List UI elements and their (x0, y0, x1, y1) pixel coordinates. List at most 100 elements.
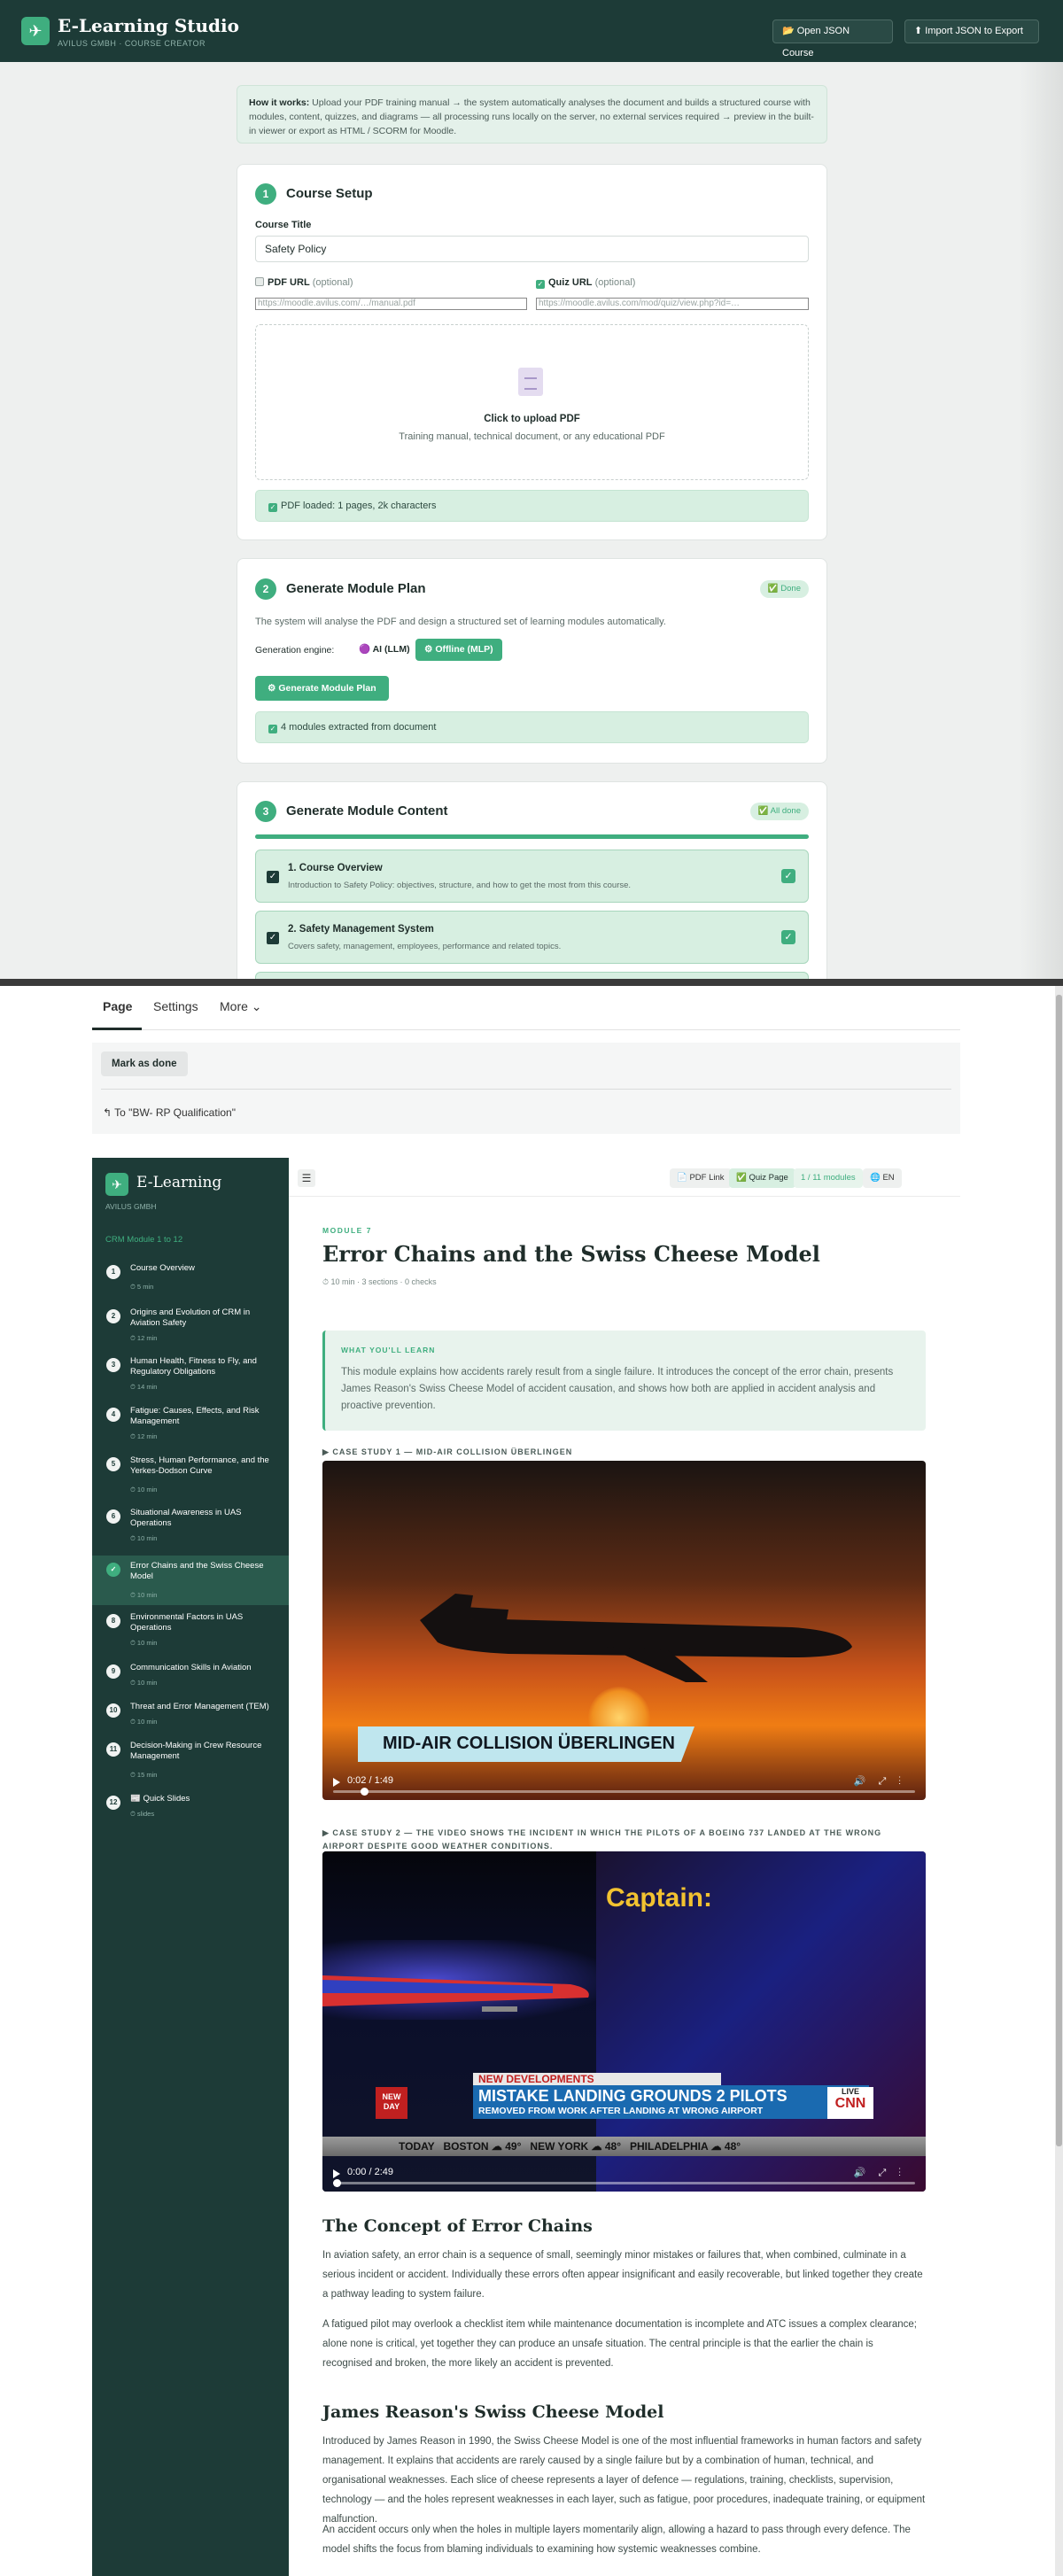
module-number-badge: 11 (106, 1742, 120, 1757)
select-checkbox[interactable]: ✓ (267, 871, 279, 883)
sidebar-item[interactable]: 9 Communication Skills in Aviation ⏱ 10 mi… (92, 1657, 289, 1693)
section-paragraph: A fatigued pilot may overlook a checklis… (322, 2319, 917, 2369)
generation-progress-track (255, 834, 809, 839)
sidebar-item[interactable]: 11 Decision-Making in Crew Resource Manag… (92, 1735, 289, 1785)
sidebar-item-duration: ⏱ 10 min (130, 1486, 158, 1494)
module-number-badge: 4 (106, 1408, 120, 1422)
back-arrow-icon: ↰ (103, 1106, 115, 1119)
open-json-button[interactable]: 📂 Open JSON Course (772, 19, 893, 58)
sidebar-subtitle: AVILUS GMBH (105, 1202, 157, 1211)
sidebar-item-label: Stress, Human Performance, and the Yerke… (130, 1455, 269, 1476)
sidebar-item[interactable]: 5 Stress, Human Performance, and the Yerk… (92, 1450, 289, 1500)
sidebar-item-duration: ⏱ 10 min (130, 1534, 158, 1542)
page-edge-shadow (1019, 62, 1063, 979)
scrollbar-thumb[interactable] (1056, 995, 1062, 2146)
engine-ai-option[interactable]: 🟣 AI (LLM) (350, 639, 419, 661)
scrollbar[interactable] (1055, 986, 1063, 2576)
tab-more[interactable]: More ⌄ (220, 999, 262, 1014)
pdf-upload-dropzone[interactable]: Click to upload PDF Training manual, tec… (255, 324, 809, 480)
sidebar-item-label: Decision-Making in Crew Resource Managem… (130, 1741, 262, 1761)
done-badge: ✅ Done (759, 580, 809, 598)
boeing-737-image-icon (322, 1975, 589, 2012)
module-description: Introduction to Safety Policy: objective… (288, 881, 632, 890)
app-header: ✈ E-Learning Studio AVILUS GMBH · COURSE… (0, 0, 1063, 62)
news-subheadline: REMOVED FROM WORK AFTER LANDING AT WRONG… (478, 2106, 764, 2116)
play-icon[interactable] (333, 2169, 340, 2178)
module-meta: ⏱ 10 min · 3 sections · 0 checks (322, 1277, 437, 1286)
moodle-page-window: Page Settings More ⌄ Mark as done ↰ To "… (0, 979, 1063, 2576)
tab-settings[interactable]: Settings (153, 999, 198, 1013)
play-icon[interactable] (333, 1778, 340, 1787)
sidebar-item[interactable]: 1 Course Overview ⏱ 5 min (92, 1258, 289, 1297)
menu-icon[interactable]: ☰ (298, 1169, 315, 1187)
sidebar-item[interactable]: 8 Environmental Factors in UAS Operations… (92, 1607, 289, 1653)
sidebar-item[interactable]: ✓ Error Chains and the Swiss Cheese Model… (92, 1556, 289, 1605)
sidebar-item-label: Threat and Error Management (TEM) (130, 1702, 269, 1711)
sidebar-item-duration: ⏱ 12 min (130, 1432, 158, 1440)
select-checkbox[interactable]: ✓ (267, 932, 279, 944)
pdf-url-checkbox[interactable] (255, 277, 264, 286)
sidebar-item-label: 📰 Quick Slides (130, 1794, 190, 1804)
sidebar-item[interactable]: 6 Situational Awareness in UAS Operations… (92, 1502, 289, 1548)
sidebar-item-label: Situational Awareness in UAS Operations (130, 1508, 242, 1528)
pdf-link-button[interactable]: 📄 PDF Link (670, 1168, 732, 1188)
quiz-url-input[interactable]: https://moodle.avilus.com/mod/quiz/view.… (536, 298, 809, 310)
sidebar-item[interactable]: 4 Fatigue: Causes, Effects, and Risk Mana… (92, 1401, 289, 1447)
news-developments-label: NEW DEVELOPMENTS (473, 2073, 721, 2085)
course-sidebar: ✈ E-Learning AVILUS GMBH CRM Module 1 to… (92, 1158, 289, 2576)
quiz-url-checkbox[interactable]: ✓ (536, 280, 545, 289)
course-title-input[interactable]: Safety Policy (255, 236, 809, 262)
step-number: 1 (255, 183, 276, 205)
news-headline: MISTAKE LANDING GROUNDS 2 PILOTS (478, 2087, 788, 2105)
sidebar-item-duration: ⏱ 15 min (130, 1771, 158, 1779)
video-title-text: MID-AIR COLLISION ÜBERLINGEN (383, 1734, 675, 1753)
module-number-badge: 8 (106, 1614, 120, 1628)
sidebar-item-duration: ⏱ 10 min (130, 1639, 158, 1647)
video-progress-track[interactable] (333, 1790, 915, 1793)
module-row[interactable]: ✓ 1. Course Overview Introduction to Saf… (255, 850, 809, 903)
section-paragraph: Introduced by James Reason in 1990, the … (322, 2436, 926, 2525)
sidebar-item[interactable]: 2 Origins and Evolution of CRM in Aviatio… (92, 1302, 289, 1348)
video-progress-knob[interactable] (361, 1788, 369, 1796)
sidebar-item-label: Fatigue: Causes, Effects, and Risk Manag… (130, 1406, 260, 1426)
generate-plan-button[interactable]: ⚙ Generate Module Plan (255, 676, 389, 701)
language-selector[interactable]: 🌐 EN (863, 1168, 902, 1188)
upload-hint: Training manual, technical document, or … (399, 431, 665, 442)
module-title: 1. Course Overview (288, 863, 383, 873)
back-to-section-link[interactable]: ↰ To "BW- RP Qualification" (103, 1106, 236, 1119)
volume-fullscreen-more-icon[interactable]: 🔊⤢⋮ (854, 2167, 913, 2179)
sidebar-item-label: Communication Skills in Aviation (130, 1663, 252, 1672)
new-day-logo: NEW DAY (376, 2087, 407, 2119)
plan-result-status: ✓ 4 modules extracted from document (255, 711, 809, 743)
quiz-page-button[interactable]: ✅ Quiz Page (729, 1168, 795, 1188)
sidebar-item[interactable]: 3 Human Health, Fitness to Fly, and Regul… (92, 1351, 289, 1397)
module-row[interactable] (255, 972, 809, 979)
engine-offline-option[interactable]: ⚙ Offline (MLP) (415, 639, 502, 661)
step-number: 2 (255, 578, 276, 600)
upload-title: Click to upload PDF (484, 414, 580, 424)
document-icon (518, 368, 543, 396)
step-title: Generate Module Plan (286, 581, 426, 596)
tab-page[interactable]: Page (103, 999, 132, 1013)
sidebar-title: E-Learning (136, 1174, 222, 1191)
video-player-2[interactable]: Captain: NEW DEVELOPMENTS NEW DAY MISTAK… (322, 1851, 926, 2192)
module-row[interactable]: ✓ 2. Safety Management System Covers saf… (255, 911, 809, 964)
video-time: 0:00 / 2:49 (347, 2167, 393, 2177)
volume-fullscreen-more-icon[interactable]: 🔊⤢⋮ (854, 1775, 913, 1788)
video-progress-knob[interactable] (333, 2179, 341, 2187)
sidebar-item[interactable]: 10 Threat and Error Management (TEM) ⏱ 10 … (92, 1696, 289, 1732)
video-player-1[interactable]: MID-AIR COLLISION ÜBERLINGEN 0:02 / 1:49… (322, 1461, 926, 1800)
generation-progress-fill (255, 834, 809, 839)
quiz-url-label: ✓ Quiz URL (optional) (536, 277, 636, 289)
window-divider (0, 979, 1063, 986)
sidebar-item-duration: ⏱ 10 min (130, 1679, 158, 1687)
app-title: E-Learning Studio (58, 15, 239, 36)
import-json-button[interactable]: ⬆ Import JSON to Export (904, 19, 1039, 43)
step-module-content: 3 Generate Module Content ✅ All done ✓ 1… (237, 781, 827, 979)
complete-check-icon: ✓ (781, 869, 795, 883)
mark-as-done-button[interactable]: Mark as done (101, 1051, 188, 1076)
module-title: Error Chains and the Swiss Cheese Model (322, 1241, 820, 1267)
sidebar-item[interactable]: 12 📰 Quick Slides ⏱ slides (92, 1788, 289, 1824)
pdf-url-input[interactable]: https://moodle.avilus.com/…/manual.pdf (255, 298, 527, 310)
video-progress-track[interactable] (333, 2182, 915, 2184)
